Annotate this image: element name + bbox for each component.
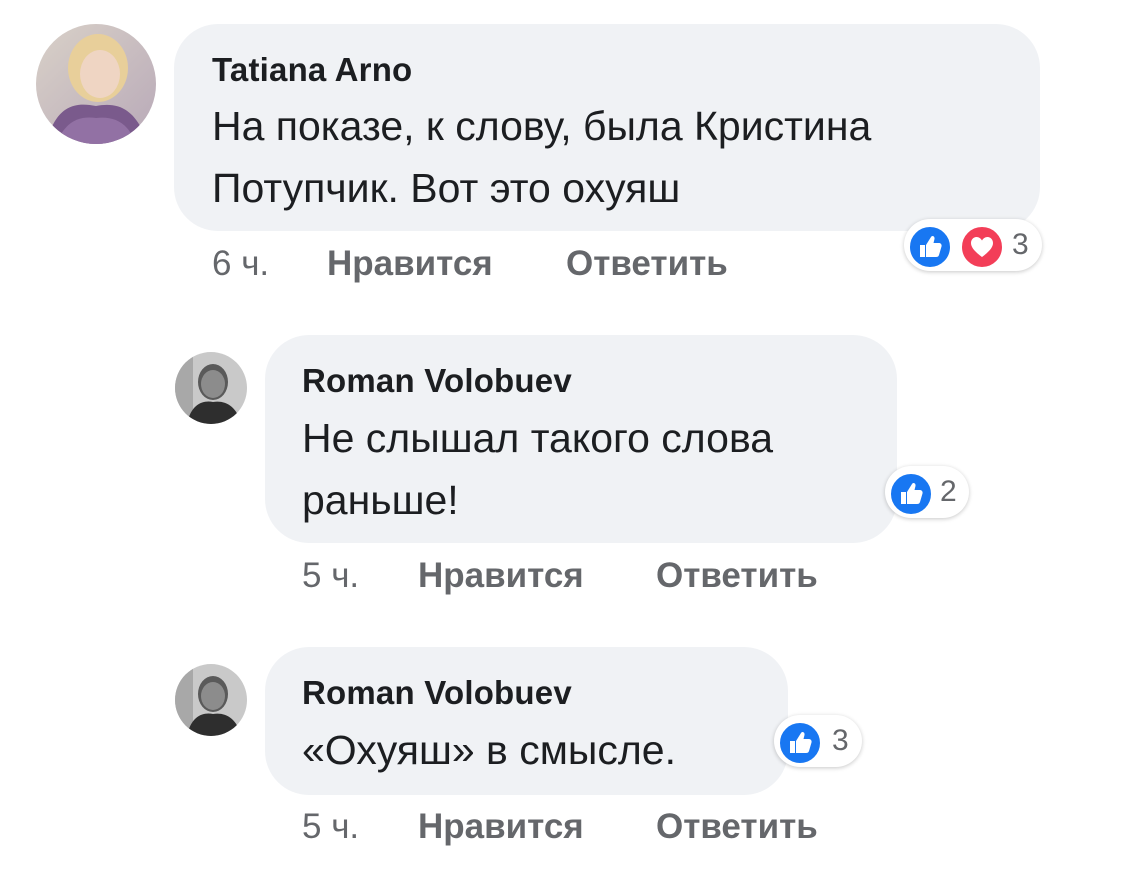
like-button[interactable]: Нравится — [418, 807, 584, 847]
love-icon — [960, 225, 1004, 269]
reaction-count: 3 — [832, 724, 849, 757]
comment-text: «Охуяш» в смысле. — [302, 727, 677, 773]
comment-timestamp[interactable]: 5 ч. — [302, 807, 359, 847]
like-icon — [778, 721, 822, 765]
comment-actions: 5 ч. Нравится Ответить — [302, 807, 922, 851]
comment-bubble: Roman Volobuev «Охуяш» в смысле. — [265, 647, 788, 795]
comment: Roman Volobuev «Охуяш» в смысле. 3 5 ч. … — [0, 0, 1125, 893]
like-icon — [908, 225, 952, 269]
comment-author[interactable]: Roman Volobuev — [302, 674, 572, 712]
reactions-summary[interactable]: 3 — [774, 715, 862, 767]
avatar[interactable] — [175, 664, 247, 736]
reply-button[interactable]: Ответить — [656, 807, 818, 847]
